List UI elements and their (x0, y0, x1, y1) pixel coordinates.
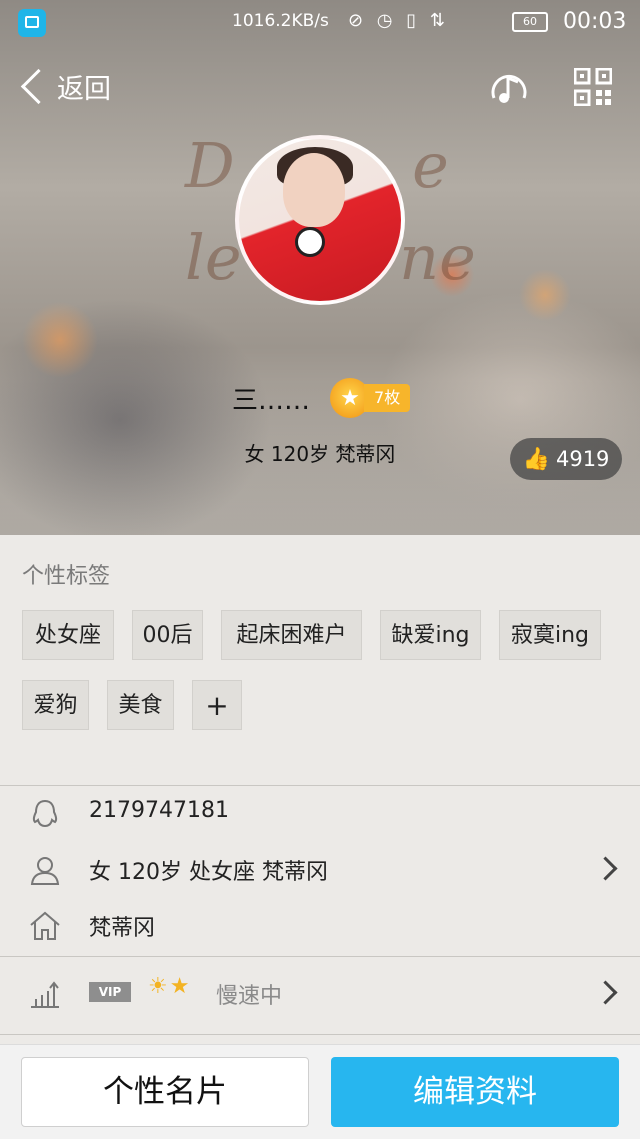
divider (0, 956, 640, 957)
avatar-panda (295, 227, 325, 257)
tags-title: 个性标签 (22, 564, 111, 589)
bottom-bar: 个性名片 编辑资料 (0, 1044, 640, 1139)
person-icon (30, 857, 60, 885)
qq-row: 2179747181 (0, 786, 640, 842)
vip-badge: VIP (89, 982, 131, 1002)
name-row: 三…… ★ 7枚 (232, 378, 411, 418)
battery-icon: 60 (512, 12, 548, 32)
back-label: 返回 (57, 73, 111, 105)
tag-item[interactable]: 寂寞ing (499, 610, 601, 660)
gallery-app-icon (18, 9, 46, 37)
medal-count[interactable]: 7枚 (364, 384, 411, 412)
vip-status: 慢速中 (216, 984, 283, 1009)
like-count: 4919 (555, 447, 610, 471)
user-name: 三…… (232, 385, 311, 416)
status-icons: ⊘ ◷ ▯ ⇅ (348, 10, 449, 31)
music-icon[interactable] (488, 68, 532, 108)
clock: 00:03 (563, 9, 627, 34)
tag-item[interactable]: 起床困难户 (221, 610, 362, 660)
chevron-right-icon (593, 980, 618, 1005)
thumbs-up-icon: 👍 (522, 446, 550, 472)
tag-item[interactable]: 处女座 (22, 610, 114, 660)
tag-item[interactable]: 缺爱ing (380, 610, 481, 660)
growth-chart-icon (31, 981, 59, 1008)
edit-profile-button[interactable]: 编辑资料 (331, 1057, 619, 1127)
chevron-right-icon (593, 856, 618, 881)
tag-item[interactable]: 爱狗 (22, 680, 89, 730)
status-bar: 1016.2KB/s ⊘ ◷ ▯ ⇅ 60 00:03 (0, 0, 640, 46)
add-tag-button[interactable]: + (192, 680, 242, 730)
vip-level-icon: ☀★ (148, 974, 192, 999)
qr-code-icon[interactable] (574, 68, 612, 106)
profile-card-button[interactable]: 个性名片 (21, 1057, 309, 1127)
basic-info: 女 120岁 处女座 梵蒂冈 (89, 860, 328, 885)
tag-item[interactable]: 美食 (107, 680, 174, 730)
like-button[interactable]: 👍 4919 (510, 438, 622, 480)
basic-info-row[interactable]: 女 120岁 处女座 梵蒂冈 (0, 842, 640, 898)
vip-row[interactable]: VIP ☀★ 慢速中 (0, 966, 640, 1022)
location: 梵蒂冈 (89, 916, 156, 941)
network-speed: 1016.2KB/s (232, 11, 329, 31)
tag-item[interactable]: 00后 (132, 610, 203, 660)
avatar-face (283, 153, 345, 227)
chevron-left-icon (20, 68, 57, 104)
home-icon (30, 911, 60, 940)
location-row: 梵蒂冈 (0, 898, 640, 954)
qq-number: 2179747181 (89, 798, 229, 823)
divider (0, 1034, 640, 1035)
avatar[interactable] (235, 135, 405, 305)
back-button[interactable]: 返回 (18, 64, 111, 108)
penguin-icon (32, 799, 58, 828)
